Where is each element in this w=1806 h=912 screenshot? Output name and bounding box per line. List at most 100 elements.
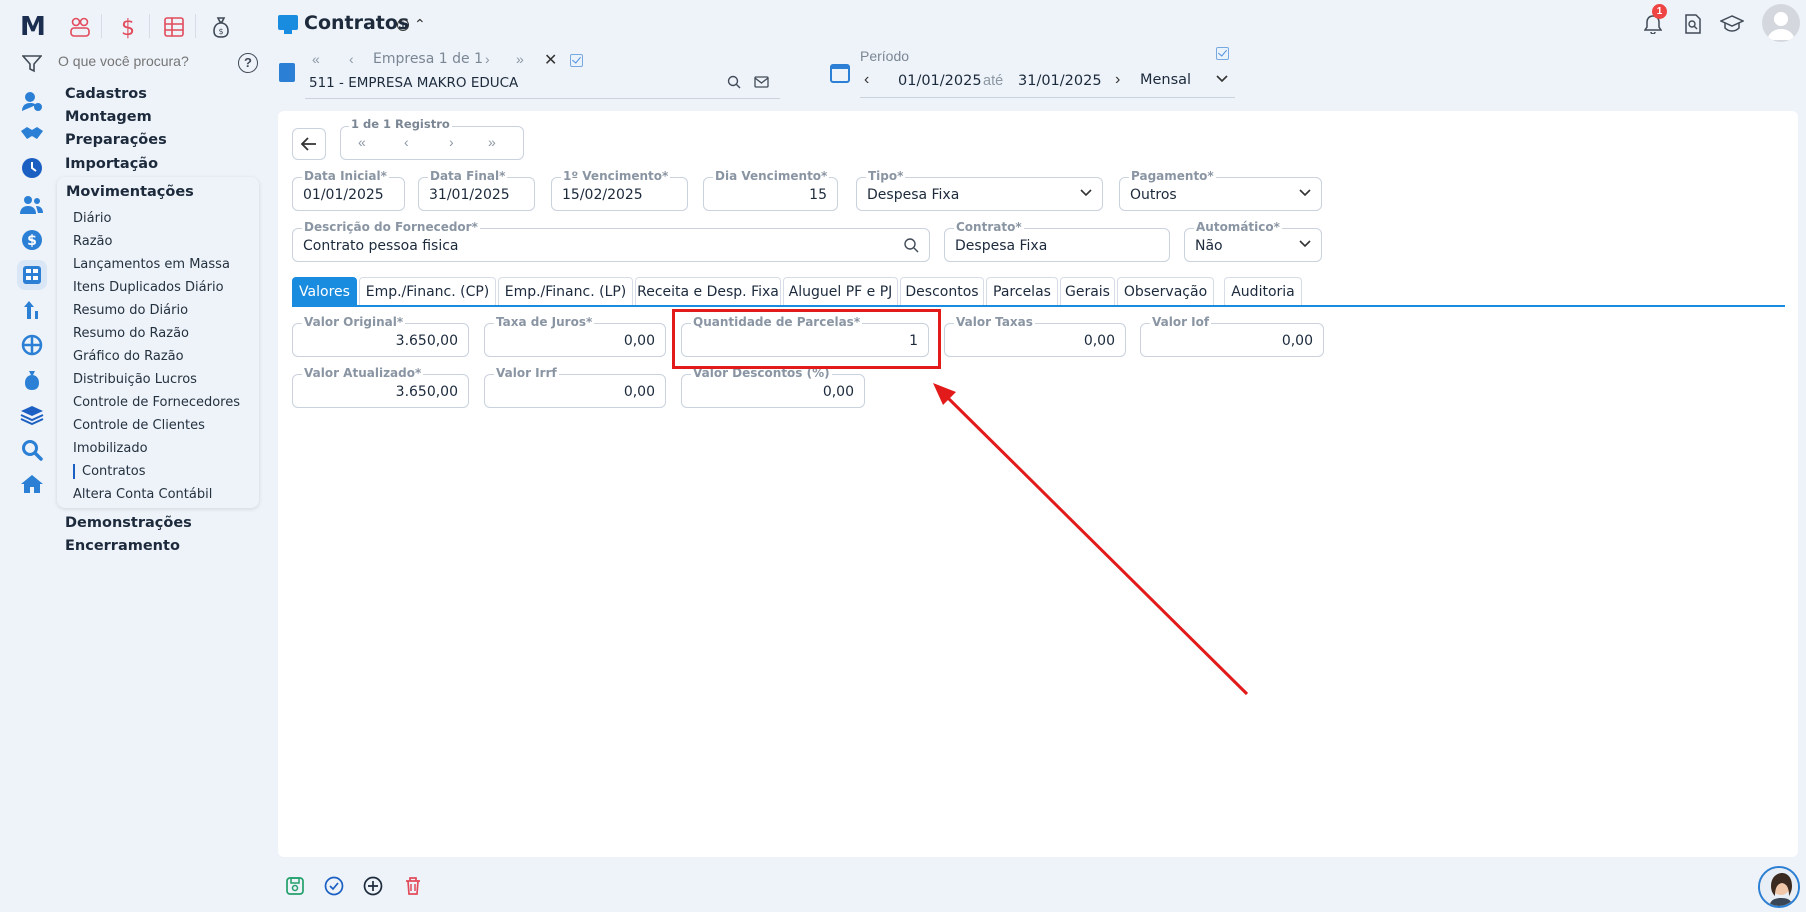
- menu-cadastros[interactable]: Cadastros: [65, 86, 147, 102]
- field-value[interactable]: 0,00: [624, 384, 655, 400]
- data-inicial-field[interactable]: Data Inicial* 01/01/2025: [292, 169, 405, 211]
- money-bag-icon[interactable]: [19, 367, 45, 393]
- user-settings-icon[interactable]: [19, 88, 45, 114]
- layers-icon[interactable]: [19, 402, 45, 428]
- tab-aluguel[interactable]: Aluguel PF e PJ: [783, 277, 898, 305]
- next-record-icon[interactable]: ›: [449, 134, 454, 150]
- field-value[interactable]: 0,00: [1084, 333, 1115, 349]
- empresa-checkbox[interactable]: [570, 54, 583, 67]
- chevron-down-icon[interactable]: [1080, 187, 1092, 199]
- field-value[interactable]: 0,00: [823, 384, 854, 400]
- user-avatar[interactable]: [1762, 4, 1800, 42]
- graduation-cap-icon[interactable]: [1720, 15, 1744, 33]
- dollar-sign-icon[interactable]: $: [114, 14, 142, 40]
- chart-up-icon[interactable]: [19, 297, 45, 323]
- app-logo[interactable]: M: [20, 12, 46, 42]
- data-final-field[interactable]: Data Final* 31/01/2025: [418, 169, 535, 211]
- submenu-item-distribuicao-lucros[interactable]: Distribuição Lucros: [73, 372, 197, 387]
- tipo-select[interactable]: Tipo* Despesa Fixa: [856, 169, 1103, 211]
- field-value[interactable]: 0,00: [1282, 333, 1313, 349]
- submenu-item-itens-duplicados[interactable]: Itens Duplicados Diário: [73, 280, 224, 295]
- field-value[interactable]: Outros: [1130, 187, 1177, 203]
- back-button[interactable]: [292, 128, 326, 160]
- submenu-item-razao[interactable]: Razão: [73, 234, 112, 249]
- tab-valores[interactable]: Valores: [292, 277, 357, 305]
- valor-original-field[interactable]: Valor Original* 3.650,00: [292, 315, 469, 357]
- clock-icon[interactable]: [19, 155, 45, 181]
- prev-periodo-icon[interactable]: ‹: [864, 71, 869, 89]
- periodo-end[interactable]: 31/01/2025: [1018, 73, 1102, 89]
- submenu-item-resumo-diario[interactable]: Resumo do Diário: [73, 303, 188, 318]
- chevron-down-icon[interactable]: [1299, 238, 1311, 250]
- assistant-avatar[interactable]: [1758, 866, 1800, 908]
- dollar-icon[interactable]: $: [19, 227, 45, 253]
- pagamento-select[interactable]: Pagamento* Outros: [1119, 169, 1322, 211]
- next-empresa-icon[interactable]: ›: [485, 51, 490, 67]
- menu-encerramento[interactable]: Encerramento: [65, 538, 180, 554]
- network-icon[interactable]: [19, 332, 45, 358]
- submenu-title[interactable]: Movimentações: [66, 184, 194, 200]
- dia-vencimento-field[interactable]: Dia Vencimento* 15: [703, 169, 838, 211]
- prev-record-icon[interactable]: ‹: [404, 134, 409, 150]
- field-value[interactable]: Contrato pessoa fisica: [303, 238, 459, 254]
- search-fornecedor-icon[interactable]: [903, 237, 919, 253]
- document-search-icon[interactable]: [1684, 14, 1702, 34]
- field-value[interactable]: 3.650,00: [396, 384, 458, 400]
- field-value[interactable]: Não: [1195, 238, 1223, 254]
- automatico-select[interactable]: Automático* Não: [1184, 220, 1322, 262]
- fornecedor-field[interactable]: Descrição do Fornecedor* Contrato pessoa…: [292, 220, 930, 262]
- valor-atualizado-field[interactable]: Valor Atualizado* 3.650,00: [292, 366, 469, 408]
- vencimento-field[interactable]: 1º Vencimento* 15/02/2025: [551, 169, 688, 211]
- prev-empresa-icon[interactable]: ‹: [349, 51, 354, 67]
- valor-descontos-field[interactable]: Valor Descontos (%) 0,00: [681, 366, 865, 408]
- next-periodo-icon[interactable]: ›: [1115, 71, 1120, 89]
- menu-preparacoes[interactable]: Preparações: [65, 132, 167, 148]
- info-icon[interactable]: i: [397, 19, 409, 31]
- field-value[interactable]: Despesa Fixa: [955, 238, 1047, 254]
- tab-gerais[interactable]: Gerais: [1060, 277, 1115, 305]
- submenu-item-contratos[interactable]: Contratos: [73, 464, 146, 479]
- search-icon[interactable]: [19, 437, 45, 463]
- calculator-icon[interactable]: [17, 260, 47, 290]
- chevron-up-icon[interactable]: ⌃: [414, 16, 426, 33]
- contrato-field[interactable]: Contrato* Despesa Fixa: [944, 220, 1170, 262]
- valor-irrf-field[interactable]: Valor Irrf 0,00: [484, 366, 666, 408]
- submenu-item-lancamentos[interactable]: Lançamentos em Massa: [73, 257, 230, 272]
- users-icon[interactable]: [19, 192, 45, 218]
- periodo-start[interactable]: 01/01/2025: [898, 73, 982, 89]
- submenu-item-clientes[interactable]: Controle de Clientes: [73, 418, 205, 433]
- field-value[interactable]: 15/02/2025: [562, 187, 643, 203]
- confirm-icon[interactable]: [323, 875, 345, 897]
- home-icon[interactable]: [19, 471, 45, 497]
- filter-icon[interactable]: [22, 55, 42, 73]
- tab-receita-desp-fixa[interactable]: Receita e Desp. Fixa: [635, 277, 781, 305]
- search-empresa-icon[interactable]: [727, 75, 741, 89]
- submenu-item-diario[interactable]: Diário: [73, 211, 112, 226]
- field-value[interactable]: Despesa Fixa: [867, 187, 959, 203]
- search-input[interactable]: [58, 53, 258, 69]
- tab-observacao[interactable]: Observação: [1117, 277, 1214, 305]
- field-value[interactable]: 31/01/2025: [429, 187, 510, 203]
- chevron-down-icon[interactable]: [1299, 187, 1311, 199]
- submenu-item-grafico-razao[interactable]: Gráfico do Razão: [73, 349, 184, 364]
- tab-emp-financ-cp[interactable]: Emp./Financ. (CP): [359, 277, 496, 305]
- menu-montagem[interactable]: Montagem: [65, 109, 152, 125]
- save-icon[interactable]: [284, 875, 306, 897]
- field-value[interactable]: 0,00: [624, 333, 655, 349]
- valor-iof-field[interactable]: Valor Iof 0,00: [1140, 315, 1324, 357]
- chevron-down-icon[interactable]: [1216, 75, 1228, 83]
- tab-auditoria[interactable]: Auditoria: [1224, 277, 1302, 305]
- field-value[interactable]: 3.650,00: [396, 333, 458, 349]
- empresa-name[interactable]: 511 - EMPRESA MAKRO EDUCA: [309, 75, 518, 91]
- field-value[interactable]: 01/01/2025: [303, 187, 384, 203]
- last-record-icon[interactable]: »: [488, 134, 496, 150]
- submenu-item-fornecedores[interactable]: Controle de Fornecedores: [73, 395, 240, 410]
- sack-icon[interactable]: $: [207, 14, 235, 40]
- help-icon[interactable]: ?: [238, 53, 258, 73]
- taxa-juros-field[interactable]: Taxa de Juros* 0,00: [484, 315, 666, 357]
- delete-icon[interactable]: [402, 875, 424, 897]
- close-icon[interactable]: ✕: [544, 50, 557, 70]
- valor-taxas-field[interactable]: Valor Taxas 0,00: [944, 315, 1126, 357]
- menu-importacao[interactable]: Importação: [65, 156, 158, 172]
- spreadsheet-icon[interactable]: [160, 14, 188, 40]
